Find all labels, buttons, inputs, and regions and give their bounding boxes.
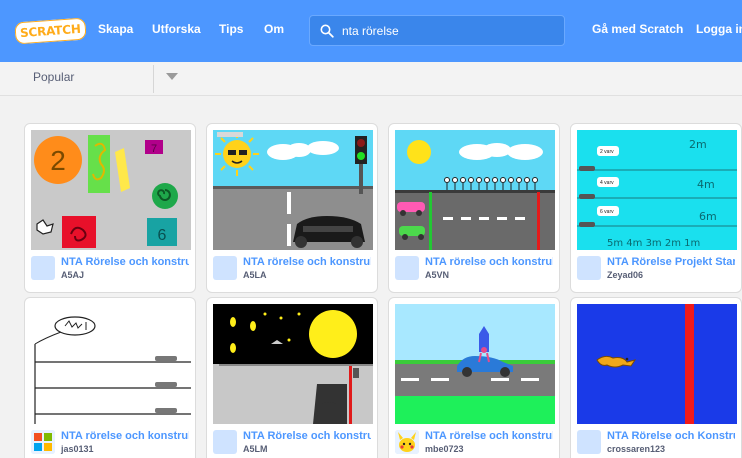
- project-author-link[interactable]: A5LA: [243, 270, 267, 280]
- thumb-number-2: 2: [50, 145, 66, 176]
- project-title-link[interactable]: NTA Rörelse Projekt Start: [607, 256, 735, 268]
- thumb-scale: 5m 4m 3m 2m 1m: [607, 238, 700, 249]
- project-author-link[interactable]: Zeyad06: [607, 270, 643, 280]
- project-title-link[interactable]: NTA Rörelse och konstruktion: [61, 256, 189, 268]
- nav-link-utforska[interactable]: Utforska: [152, 22, 201, 36]
- thumb-mark-4m: 4m: [697, 178, 715, 191]
- project-card[interactable]: NTA Rörelse och Konstruktion crossaren12…: [570, 297, 742, 458]
- thumb-mark-2m: 2m: [689, 138, 707, 151]
- top-navigation-bar: SCRATCH Skapa Utforska Tips Om Gå med Sc…: [0, 0, 742, 62]
- project-card[interactable]: NTA rörelse och konstruktion mbe0723: [388, 297, 560, 458]
- filter-bar: Popular: [0, 62, 742, 96]
- project-card[interactable]: 2m 4m 6m 5m 4m 3m 2m 1m 2 varv 4 varv 6 …: [570, 123, 742, 293]
- project-thumbnail[interactable]: 2m 4m 6m 5m 4m 3m 2m 1m 2 varv 4 varv 6 …: [577, 130, 737, 250]
- user-avatar[interactable]: [577, 430, 601, 454]
- user-avatar[interactable]: [213, 256, 237, 280]
- project-thumbnail[interactable]: [213, 304, 373, 424]
- thumb-label-2varv: 2 varv: [600, 149, 614, 155]
- chevron-down-icon[interactable]: [166, 73, 178, 80]
- project-card[interactable]: NTA rörelse och konstruktion A5LA: [206, 123, 378, 293]
- project-thumbnail[interactable]: [395, 304, 555, 424]
- project-title-link[interactable]: NTA rörelse och konstruktion: [425, 430, 553, 442]
- project-thumbnail[interactable]: 2 7 6: [31, 130, 191, 250]
- project-title-link[interactable]: NTA rörelse och konstruktion: [243, 256, 371, 268]
- project-card[interactable]: NTA Rörelse och konstruktion A5LM: [206, 297, 378, 458]
- thumb-number-6: 6: [158, 227, 167, 244]
- scratch-logo[interactable]: SCRATCH: [13, 17, 87, 45]
- project-card[interactable]: 2 7 6 NTA Rörelse och konstruktion A5AJ: [24, 123, 196, 293]
- user-avatar[interactable]: [395, 430, 419, 454]
- thumb-mark-6m: 6m: [699, 210, 717, 223]
- user-avatar[interactable]: [395, 256, 419, 280]
- project-thumbnail[interactable]: [395, 130, 555, 250]
- join-scratch-link[interactable]: Gå med Scratch: [592, 22, 683, 36]
- nav-link-tips[interactable]: Tips: [219, 22, 243, 36]
- login-link[interactable]: Logga in: [696, 22, 742, 36]
- project-card[interactable]: NTA rörelse och konstruktion A5VN: [388, 123, 560, 293]
- thumb-number-7: 7: [151, 143, 157, 155]
- nav-link-skapa[interactable]: Skapa: [98, 22, 133, 36]
- project-author-link[interactable]: mbe0723: [425, 444, 464, 454]
- project-title-link[interactable]: NTA rörelse och konstruktion: [425, 256, 553, 268]
- search-icon: [320, 24, 334, 38]
- user-avatar[interactable]: [31, 256, 55, 280]
- sort-dropdown-value[interactable]: Popular: [33, 70, 74, 84]
- project-thumbnail[interactable]: [213, 130, 373, 250]
- pikachu-avatar-icon: [395, 430, 419, 454]
- project-thumbnail[interactable]: [577, 304, 737, 424]
- project-card[interactable]: NTA rörelse och konstruktion jas0131: [24, 297, 196, 458]
- project-author-link[interactable]: A5VN: [425, 270, 449, 280]
- user-avatar[interactable]: [213, 430, 237, 454]
- search-input[interactable]: [342, 21, 556, 41]
- project-author-link[interactable]: A5LM: [243, 444, 268, 454]
- project-title-link[interactable]: NTA Rörelse och konstruktion: [243, 430, 371, 442]
- project-thumbnail[interactable]: [31, 304, 191, 424]
- project-title-link[interactable]: NTA Rörelse och Konstruktion: [607, 430, 735, 442]
- project-author-link[interactable]: A5AJ: [61, 270, 84, 280]
- nav-link-om[interactable]: Om: [264, 22, 284, 36]
- thumb-label-4varv: 4 varv: [600, 180, 614, 186]
- project-author-link[interactable]: crossaren123: [607, 444, 665, 454]
- scratch-logo-text: SCRATCH: [13, 17, 87, 45]
- user-avatar[interactable]: [577, 256, 601, 280]
- user-avatar[interactable]: [31, 430, 55, 454]
- project-title-link[interactable]: NTA rörelse och konstruktion: [61, 430, 189, 442]
- windows-logo-icon: [31, 430, 55, 454]
- filter-divider: [153, 65, 154, 93]
- project-author-link[interactable]: jas0131: [61, 444, 94, 454]
- search-bar[interactable]: [309, 15, 565, 46]
- thumb-label-6varv: 6 varv: [600, 209, 614, 215]
